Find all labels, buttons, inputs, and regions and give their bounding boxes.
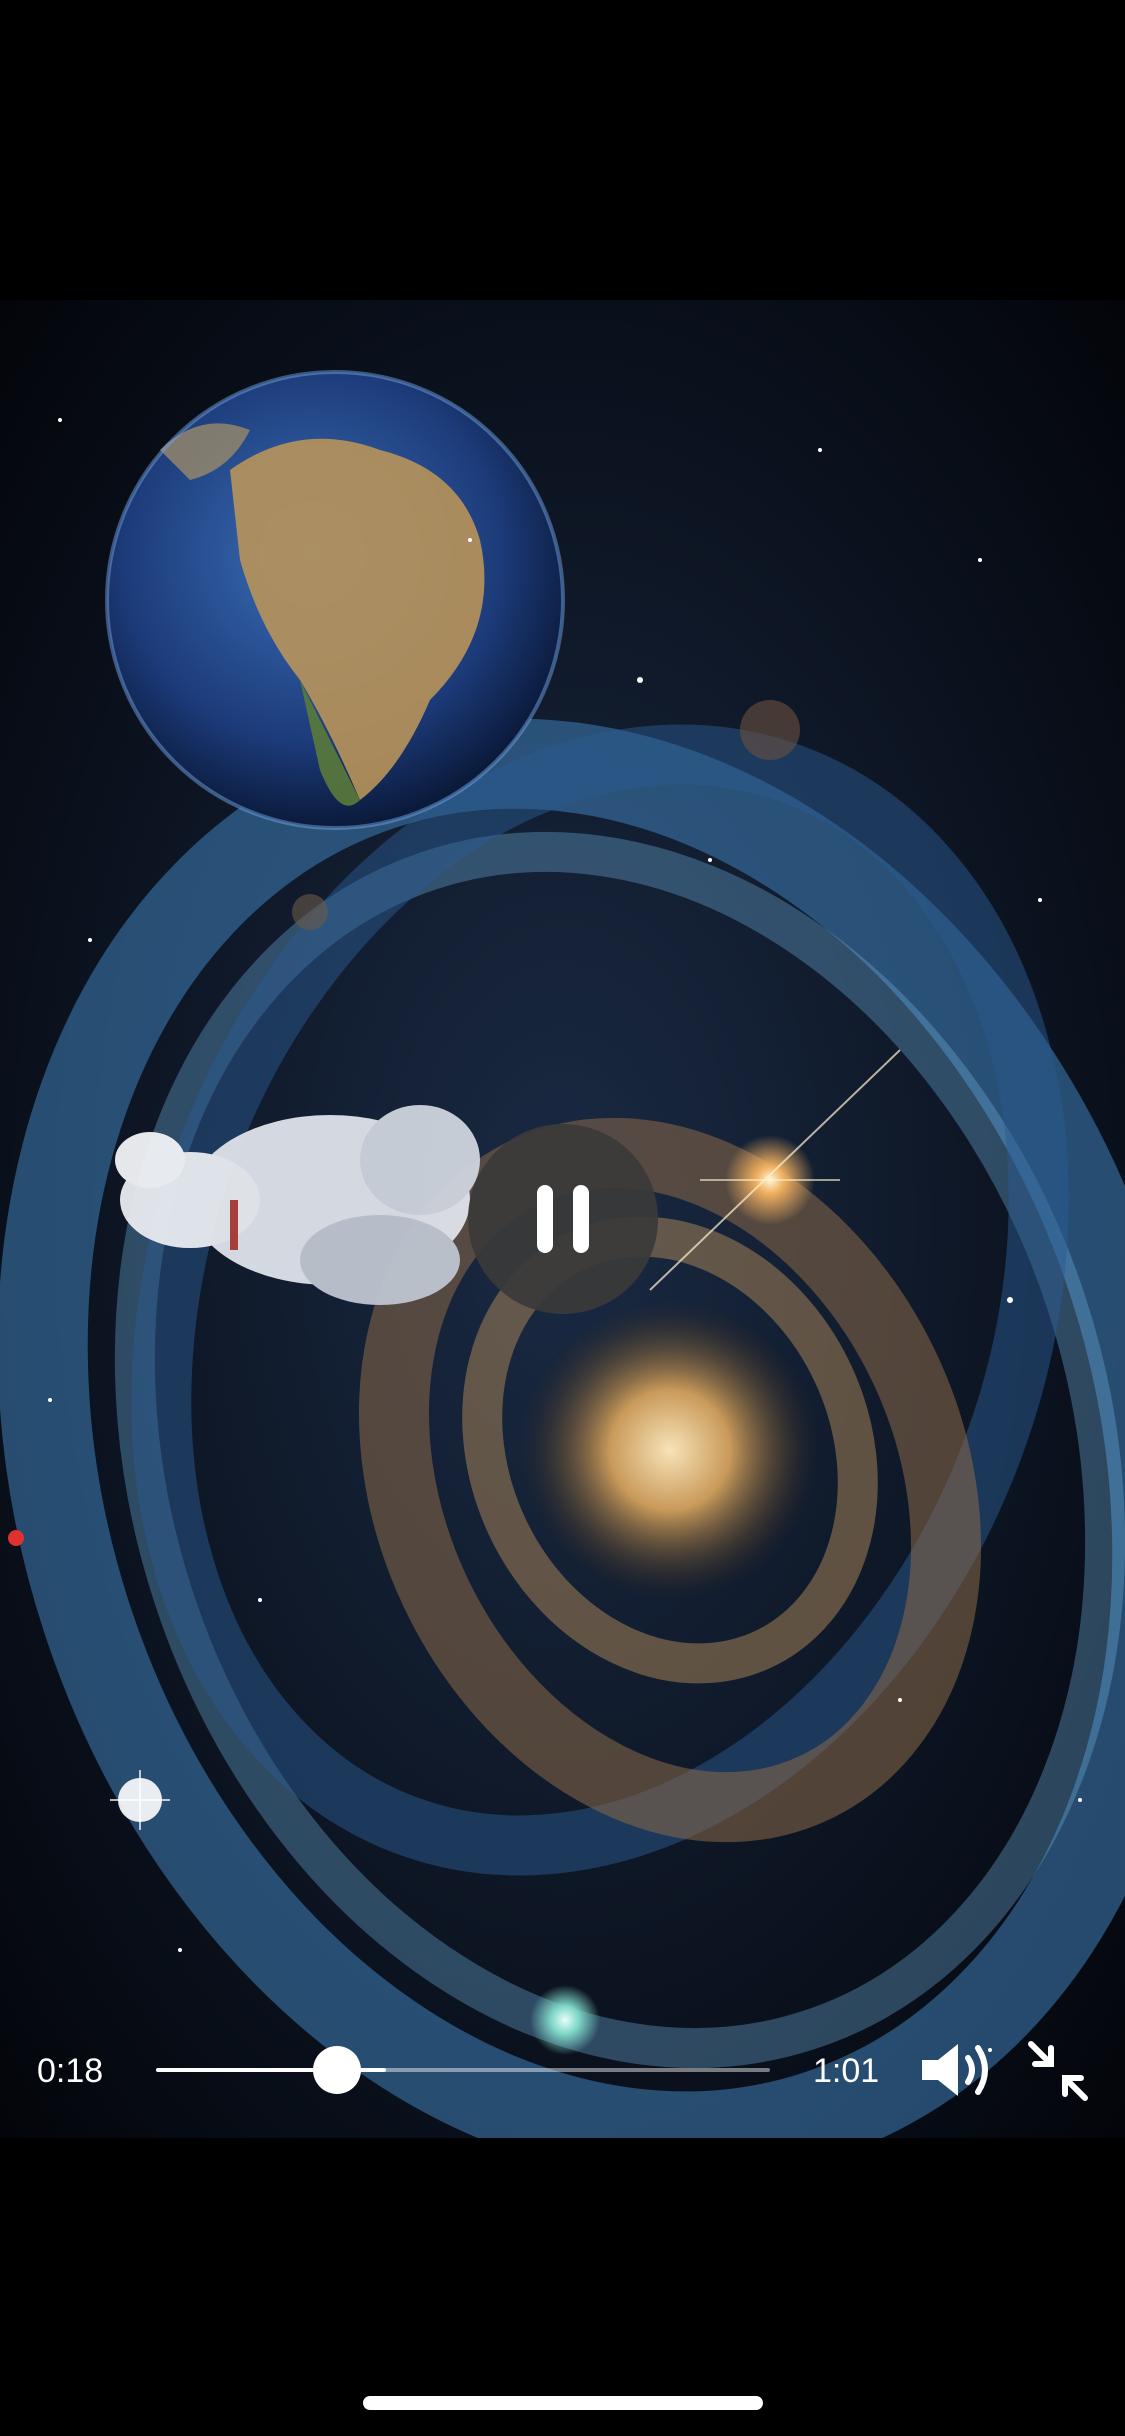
- exit-fullscreen-icon: [1028, 2041, 1088, 2101]
- progress-scrubber[interactable]: [156, 2046, 770, 2094]
- image-credit-watermark: [1093, 310, 1115, 580]
- current-time: 0:18: [37, 2052, 104, 2090]
- pause-button[interactable]: [468, 1124, 658, 1314]
- exit-fullscreen-button[interactable]: [1025, 2038, 1091, 2104]
- speaker-volume-icon: [922, 2044, 988, 2096]
- playback-controls-bar: 0:18 1:01: [0, 2030, 1125, 2110]
- home-indicator[interactable]: [363, 2396, 763, 2410]
- total-duration: 1:01: [813, 2052, 880, 2090]
- volume-button[interactable]: [918, 2038, 994, 2102]
- pause-icon: [527, 1185, 599, 1253]
- scrubber-thumb[interactable]: [313, 2046, 362, 2094]
